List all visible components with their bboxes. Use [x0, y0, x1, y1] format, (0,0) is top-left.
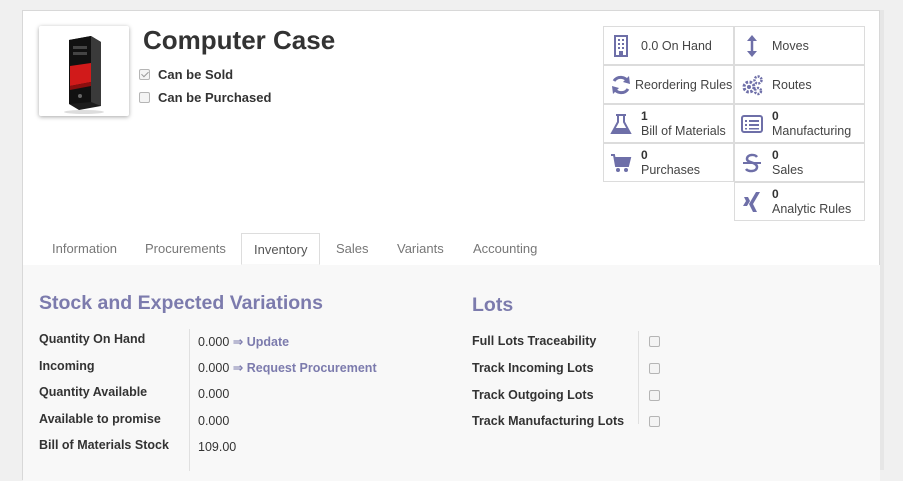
sales-button[interactable]: 0 Sales [734, 143, 865, 182]
quantity-available-label: Quantity Available [39, 385, 148, 399]
lots-divider [638, 331, 639, 424]
quantity-available-value: 0.000 [198, 387, 230, 401]
track-incoming-lots-checkbox[interactable] [649, 363, 660, 374]
analytic-count: 0 [772, 187, 779, 201]
purchases-count: 0 [641, 148, 648, 162]
stock-divider [189, 329, 190, 471]
tab-accounting[interactable]: Accounting [473, 241, 537, 256]
stock-section-title: Stock and Expected Variations [39, 292, 323, 314]
purchases-label: Purchases [641, 163, 701, 177]
notebook-tabs: Information Procurements Inventory Sales… [23, 233, 880, 266]
track-manufacturing-lots-label: Track Manufacturing Lots [472, 414, 625, 428]
arrows-vertical-icon [747, 35, 757, 57]
bom-count: 1 [641, 109, 648, 123]
moves-label: Moves [772, 39, 809, 53]
manufacturing-button[interactable]: 0 Manufacturing [734, 104, 865, 143]
product-name: Computer Case [143, 25, 336, 55]
quantity-on-hand-value: 0.000 ⇒ Update [198, 335, 290, 349]
form-sheet: Computer Case Can be Sold Can be Purchas… [22, 10, 880, 481]
incoming-label: Incoming [39, 359, 95, 373]
can-be-purchased-checkbox[interactable] [139, 92, 150, 104]
tab-sales[interactable]: Sales [336, 241, 369, 256]
bom-stock-value: 109.00 [198, 440, 237, 454]
lots-section-title: Lots [472, 294, 514, 316]
request-procurement-link[interactable]: ⇒ Request Procurement [233, 361, 377, 375]
can-be-purchased-label: Can be Purchased [158, 90, 272, 106]
available-to-promise-value: 0.000 [198, 414, 230, 428]
analytic-label: Analytic Rules [772, 202, 852, 216]
computer-case-icon [64, 36, 104, 114]
building-icon [614, 35, 628, 57]
track-manufacturing-lots-checkbox[interactable] [649, 416, 660, 427]
purchases-button[interactable]: 0 Purchases [603, 143, 734, 182]
full-lots-traceability-label: Full Lots Traceability [472, 334, 597, 348]
routes-button[interactable]: Routes [734, 65, 865, 104]
moves-button[interactable]: Moves [734, 26, 865, 65]
bom-label: Bill of Materials [641, 124, 726, 138]
track-outgoing-lots-label: Track Outgoing Lots [472, 388, 594, 402]
reordering-rules-label: Reordering Rules [635, 78, 733, 92]
full-lots-traceability-checkbox[interactable] [649, 336, 660, 347]
shopping-cart-icon [611, 154, 632, 172]
tab-inventory[interactable]: Inventory [241, 233, 321, 265]
reordering-rules-button[interactable]: Reordering Rules [603, 65, 734, 104]
tab-procurements[interactable]: Procurements [145, 241, 226, 256]
scrollbar[interactable] [880, 10, 884, 470]
sales-count: 0 [772, 148, 779, 162]
on-hand-label: 0.0 On Hand [641, 39, 712, 53]
product-image[interactable] [39, 26, 129, 116]
bom-stock-label: Bill of Materials Stock [39, 438, 169, 452]
flask-icon [610, 114, 632, 134]
can-be-sold-label: Can be Sold [158, 67, 234, 83]
routes-label: Routes [772, 78, 812, 92]
sales-label: Sales [772, 163, 804, 177]
manufacturing-label: Manufacturing [772, 124, 852, 138]
can-be-sold-field[interactable]: Can be Sold [139, 66, 233, 82]
gears-icon [742, 75, 763, 96]
quantity-on-hand-label: Quantity On Hand [39, 332, 146, 346]
tab-variants[interactable]: Variants [397, 241, 444, 256]
strikethrough-icon [743, 153, 761, 173]
xing-icon [743, 192, 760, 212]
update-link[interactable]: ⇒ Update [233, 335, 289, 349]
can-be-sold-checkbox[interactable] [139, 69, 150, 81]
track-incoming-lots-label: Track Incoming Lots [472, 361, 594, 375]
tab-information[interactable]: Information [52, 241, 117, 256]
track-outgoing-lots-checkbox[interactable] [649, 390, 660, 401]
on-hand-button[interactable]: 0.0 On Hand [603, 26, 734, 65]
can-be-purchased-field[interactable]: Can be Purchased [139, 89, 271, 105]
manufacturing-count: 0 [772, 109, 779, 123]
bill-of-materials-button[interactable]: 1 Bill of Materials [603, 104, 734, 143]
refresh-icon [612, 75, 630, 95]
list-alt-icon [741, 115, 763, 133]
available-to-promise-label: Available to promise [39, 412, 161, 426]
analytic-rules-button[interactable]: 0 Analytic Rules [734, 182, 865, 221]
incoming-value: 0.000 ⇒ Request Procurement [198, 361, 377, 375]
